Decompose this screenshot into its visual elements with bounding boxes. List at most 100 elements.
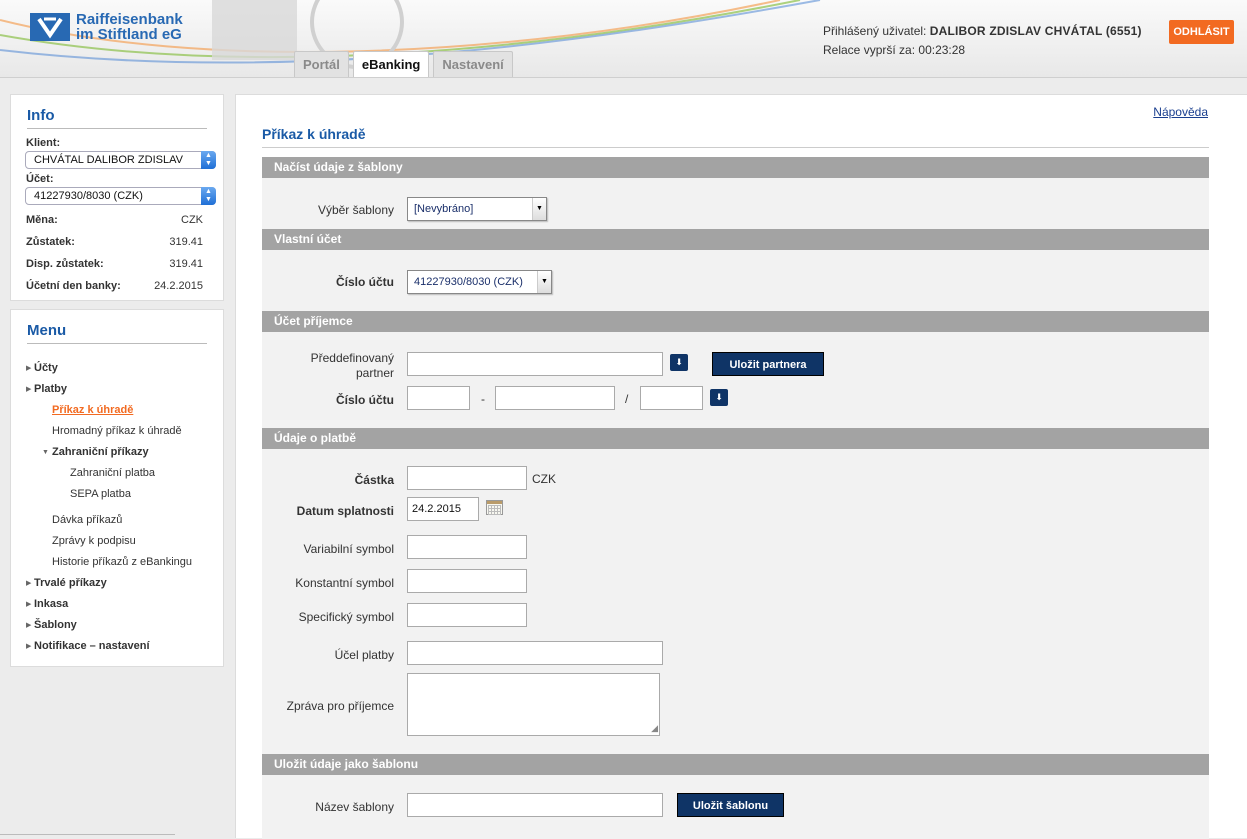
- own-account-value: 41227930/8030 (CZK): [414, 276, 523, 288]
- menu-item-sepa-platba[interactable]: SEPA platba: [11, 484, 223, 505]
- account-select[interactable]: 41227930/8030 (CZK) ▲ ▼: [25, 187, 216, 205]
- logged-user-name: DALIBOR ZDISLAV CHVÁTAL (6551): [929, 24, 1142, 38]
- menu-item-label: Zahraniční příkazy: [52, 446, 149, 458]
- tab-ebanking[interactable]: eBanking: [352, 51, 430, 77]
- top-header: Raiffeisenbank im Stiftland eG Přihlášen…: [0, 0, 1247, 78]
- menu-item-ucty[interactable]: ▶ Účty: [11, 358, 223, 379]
- recipient-message-textarea[interactable]: ◢: [407, 673, 660, 736]
- save-template-button[interactable]: Uložit šablonu: [677, 793, 784, 817]
- amount-label: Částka: [354, 473, 394, 487]
- variable-symbol-input[interactable]: [407, 535, 527, 559]
- payment-purpose-input[interactable]: [407, 641, 663, 665]
- constant-symbol-label: Konstantní symbol: [295, 576, 394, 590]
- bank-code-dropdown-icon[interactable]: ⬇: [710, 389, 728, 406]
- constant-symbol-input[interactable]: [407, 569, 527, 593]
- bank-date-value: 24.2.2015: [154, 280, 203, 292]
- menu-item-label: Platby: [34, 383, 68, 395]
- menu-item-notifikace[interactable]: ▶ Notifikace – nastavení: [11, 636, 223, 657]
- menu-item-prikaz-k-uhrade[interactable]: Příkaz k úhradě: [11, 400, 223, 421]
- menu-item-davka-prikazu[interactable]: Dávka příkazů: [11, 510, 223, 531]
- account-select-value: 41227930/8030 (CZK): [34, 190, 143, 202]
- menu-item-historie-prikazu[interactable]: Historie příkazů z eBankingu: [11, 552, 223, 573]
- session-timer: 00:23:28: [918, 43, 966, 57]
- predefined-partner-label-line2: partner: [355, 366, 394, 380]
- side-menu: ▶ Účty ▶ Platby Příkaz k úhradě Hromadný p…: [11, 358, 223, 657]
- divider: [262, 147, 1209, 148]
- menu-item-label: Notifikace – nastavení: [34, 640, 150, 652]
- recipient-message-label: Zpráva pro příjemce: [286, 699, 394, 713]
- predefined-partner-input[interactable]: [407, 352, 663, 376]
- info-title: Info: [27, 107, 55, 124]
- session-label: Relace vyprší za:: [823, 43, 916, 57]
- menu-item-zahranicni-prikazy[interactable]: ▼ Zahraniční příkazy: [11, 442, 223, 463]
- info-row-bank-date: Účetní den banky: 24.2.2015: [26, 275, 203, 297]
- bank-code-input[interactable]: [640, 386, 703, 410]
- template-name-input[interactable]: [407, 793, 663, 817]
- menu-item-inkasa[interactable]: ▶ Inkasa: [11, 594, 223, 615]
- balance-label: Zůstatek:: [26, 236, 75, 248]
- predefined-partner-label-line1: Předdefinovaný: [310, 351, 394, 365]
- menu-item-sablony[interactable]: ▶ Šablony: [11, 615, 223, 636]
- predefined-partner-label: Předdefinovaný partner: [236, 351, 394, 381]
- menu-title: Menu: [27, 322, 67, 339]
- template-select-value: [Nevybráno]: [414, 203, 474, 215]
- user-info: Přihlášený uživatel: DALIBOR ZDISLAV CHV…: [823, 22, 1142, 60]
- bank-logo[interactable]: Raiffeisenbank im Stiftland eG: [30, 12, 183, 42]
- triangle-down-icon: ▼: [42, 449, 49, 456]
- available-balance-value: 319.41: [169, 258, 203, 270]
- due-date-input[interactable]: 24.2.2015: [407, 497, 479, 521]
- bank-name-line1: Raiffeisenbank: [76, 11, 183, 28]
- client-select[interactable]: CHVÁTAL DALIBOR ZDISLAV ▲ ▼: [25, 151, 216, 169]
- own-account-label: Číslo účtu: [335, 275, 394, 289]
- triangle-right-icon: ▶: [26, 580, 32, 587]
- bank-date-label: Účetní den banky:: [26, 280, 121, 292]
- divider: [27, 128, 207, 129]
- account-prefix-input[interactable]: [407, 386, 470, 410]
- section-save-template: Uložit údaje jako šablonu: [262, 754, 1209, 775]
- partner-dropdown-icon[interactable]: ⬇: [670, 354, 688, 371]
- page-title: Příkaz k úhradě: [262, 126, 366, 142]
- menu-item-label: Inkasa: [34, 598, 69, 610]
- triangle-right-icon: ▶: [26, 601, 32, 608]
- triangle-right-icon: ▶: [26, 365, 32, 372]
- menu-item-label: Účty: [34, 362, 58, 374]
- menu-item-label: Šablony: [34, 619, 77, 631]
- currency-label: Měna:: [26, 214, 58, 226]
- payment-purpose-label: Účel platby: [334, 648, 394, 662]
- variable-symbol-label: Variabilní symbol: [303, 542, 394, 556]
- section-payment: Údaje o platbě: [262, 428, 1209, 449]
- help-link[interactable]: Nápověda: [1153, 105, 1208, 119]
- menu-item-zpravy-k-podpisu[interactable]: Zprávy k podpisu: [11, 531, 223, 552]
- section-own-account: Vlastní účet: [262, 229, 1209, 250]
- specific-symbol-input[interactable]: [407, 603, 527, 627]
- client-label: Klient:: [26, 137, 61, 149]
- menu-item-zahranicni-platba[interactable]: Zahraniční platba: [11, 463, 223, 484]
- menu-item-trvale-prikazy[interactable]: ▶ Trvalé příkazy: [11, 573, 223, 594]
- logged-user-label: Přihlášený uživatel:: [823, 24, 927, 38]
- logout-button[interactable]: ODHLÁSIT: [1169, 20, 1234, 44]
- tab-nastaveni[interactable]: Nastavení: [433, 51, 513, 77]
- balance-value: 319.41: [169, 236, 203, 248]
- slash-separator: /: [625, 392, 629, 406]
- menu-item-hromadny-prikaz[interactable]: Hromadný příkaz k úhradě: [11, 421, 223, 442]
- horizontal-scrollbar[interactable]: [0, 834, 175, 838]
- triangle-right-icon: ▶: [26, 622, 32, 629]
- amount-input[interactable]: [407, 466, 527, 490]
- resize-grip-icon[interactable]: ◢: [651, 723, 658, 734]
- template-select[interactable]: [Nevybráno] ▼: [407, 197, 547, 221]
- menu-panel: Menu ▶ Účty ▶ Platby Příkaz k úhradě Hroma…: [10, 309, 224, 667]
- template-name-label: Název šablony: [315, 800, 394, 814]
- info-row-balance: Zůstatek: 319.41: [26, 231, 203, 253]
- section-recipient: Účet příjemce: [262, 311, 1209, 332]
- tab-portal[interactable]: Portál: [294, 51, 349, 77]
- dash-separator: -: [481, 392, 485, 406]
- save-partner-button[interactable]: Uložit partnera: [712, 352, 824, 376]
- divider: [27, 343, 207, 344]
- info-row-currency: Měna: CZK: [26, 209, 203, 231]
- own-account-select[interactable]: 41227930/8030 (CZK) ▼: [407, 270, 552, 294]
- account-number-input[interactable]: [495, 386, 615, 410]
- calendar-icon[interactable]: [486, 500, 503, 515]
- triangle-right-icon: ▶: [26, 386, 32, 393]
- menu-item-platby[interactable]: ▶ Platby: [11, 379, 223, 400]
- client-select-value: CHVÁTAL DALIBOR ZDISLAV: [34, 154, 183, 166]
